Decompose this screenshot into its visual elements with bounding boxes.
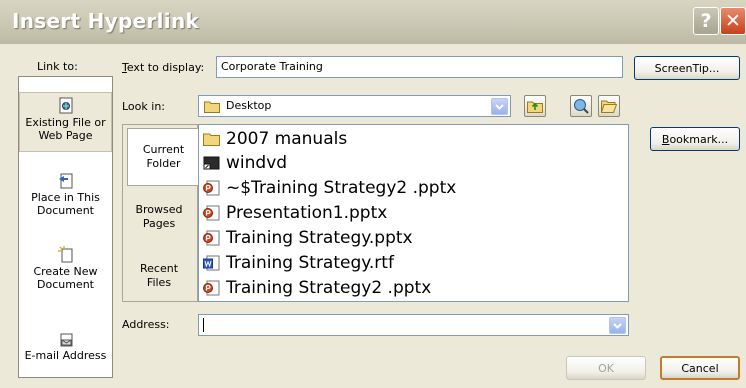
file-name: Training Strategy2 .pptx — [226, 278, 432, 298]
file-name: Presentation1.pptx — [226, 203, 388, 223]
word-file-icon — [203, 255, 220, 271]
address-label: Address: — [122, 318, 170, 331]
tab-current-folder[interactable]: Current Folder — [127, 128, 199, 186]
up-one-folder-button[interactable] — [524, 95, 546, 117]
file-name: Training Strategy.rtf — [226, 253, 394, 273]
text-cursor — [203, 318, 204, 332]
tab-browsed-pages-line2: Pages — [142, 217, 176, 230]
insert-hyperlink-dialog: Insert Hyperlink ? ✕ Link to: Text to di… — [0, 0, 746, 388]
list-item[interactable]: Presentation1.pptx — [203, 201, 387, 225]
powerpoint-file-icon — [203, 205, 220, 221]
link-to-place-line2: Document — [37, 204, 94, 217]
tab-recent-files-line1: Recent — [139, 262, 179, 275]
bookmark-button-mnemonic: B — [661, 132, 670, 146]
chevron-down-icon[interactable] — [609, 317, 626, 334]
ok-button[interactable]: OK — [566, 356, 646, 380]
powerpoint-file-icon — [203, 180, 220, 196]
link-to-create-line2: Document — [37, 278, 94, 291]
address-input[interactable] — [198, 314, 629, 336]
browse-web-icon — [574, 99, 589, 114]
folder-icon — [204, 101, 220, 113]
list-item[interactable]: ~$Training Strategy2 .pptx — [203, 176, 456, 200]
powerpoint-file-icon — [203, 230, 220, 246]
chevron-down-icon[interactable] — [491, 98, 508, 115]
email-address-icon — [60, 333, 72, 347]
list-item[interactable]: Training Strategy.rtf — [203, 251, 394, 275]
bookmark-button-label: ookmark... — [669, 132, 729, 146]
text-to-display-input[interactable]: Corporate Training — [216, 56, 623, 78]
screentip-button[interactable]: ScreenTip... — [634, 56, 740, 80]
look-in-combo[interactable]: Desktop — [198, 95, 511, 117]
dialog-title: Insert Hyperlink — [12, 9, 200, 33]
link-to-label: Link to: — [37, 60, 78, 73]
list-item[interactable]: windvd — [203, 151, 287, 175]
link-to-place-line1: Place in This — [31, 191, 100, 204]
tab-recent-files-line2: Files — [146, 276, 172, 289]
look-in-value: Desktop — [226, 99, 272, 112]
cancel-button[interactable]: Cancel — [660, 356, 740, 380]
link-to-place-in-document[interactable]: Place in This Document — [19, 172, 112, 222]
link-to-email-line1: E-mail Address — [24, 349, 107, 362]
help-button[interactable]: ? — [693, 7, 719, 35]
link-to-existing-file[interactable]: Existing File or Web Page — [19, 92, 112, 152]
powerpoint-file-icon — [203, 280, 220, 296]
tab-current-folder-line1: Current — [142, 143, 185, 156]
browse-file-button[interactable] — [598, 95, 620, 117]
title-bar[interactable]: Insert Hyperlink ? ✕ — [0, 0, 746, 44]
file-list[interactable]: 2007 manuals windvd ~$Training Strategy2… — [198, 124, 629, 302]
browse-web-button[interactable] — [570, 95, 592, 117]
close-button[interactable]: ✕ — [720, 7, 746, 35]
text-to-display-label-rest: ext to display: — [126, 61, 205, 74]
link-to-create-new-document[interactable]: Create New Document — [19, 246, 112, 296]
tab-browsed-pages[interactable]: Browsed Pages — [123, 203, 195, 239]
create-new-document-icon — [57, 246, 72, 263]
link-to-existing-file-line2: Web Page — [38, 129, 93, 142]
link-to-create-line1: Create New — [33, 265, 98, 278]
up-folder-icon — [527, 101, 543, 113]
tab-recent-files[interactable]: Recent Files — [123, 262, 195, 298]
folder-icon — [203, 133, 220, 146]
list-item[interactable]: Training Strategy.pptx — [203, 226, 413, 250]
link-to-panel: Existing File or Web Page Place in This … — [18, 76, 113, 378]
link-to-email-address[interactable]: E-mail Address — [19, 330, 112, 370]
bookmark-button[interactable]: Bookmark... — [650, 127, 740, 151]
tab-browsed-pages-line1: Browsed — [135, 203, 183, 216]
file-name: 2007 manuals — [226, 129, 348, 149]
look-in-label: Look in: — [122, 100, 165, 113]
text-to-display-label: Text to display: — [122, 61, 205, 74]
open-folder-icon — [601, 100, 617, 113]
link-source-tabs: Current Folder Browsed Pages Recent File… — [122, 124, 199, 302]
file-name: windvd — [226, 153, 288, 173]
shortcut-icon — [203, 156, 220, 170]
link-to-existing-file-line1: Existing File or — [25, 116, 106, 129]
place-in-document-icon — [58, 173, 72, 189]
file-name: ~$Training Strategy2 .pptx — [226, 178, 457, 198]
file-name: Training Strategy.pptx — [226, 228, 413, 248]
tab-current-folder-line2: Folder — [146, 157, 181, 170]
list-item[interactable]: 2007 manuals — [203, 127, 347, 151]
existing-file-icon — [59, 97, 72, 114]
list-item[interactable]: Training Strategy2 .pptx — [203, 276, 431, 300]
